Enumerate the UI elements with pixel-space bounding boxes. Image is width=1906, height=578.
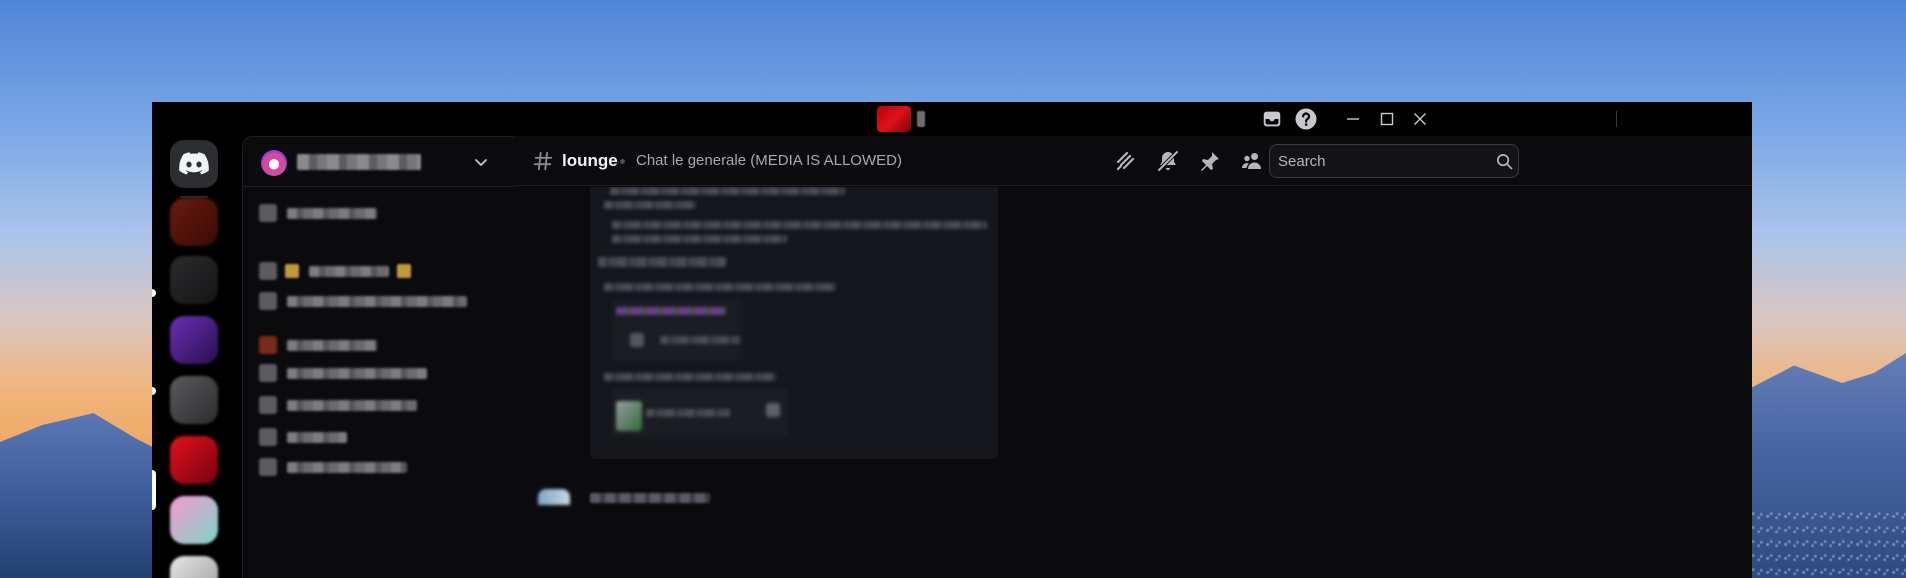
minimize-button[interactable] — [1341, 107, 1365, 131]
channel-icon — [259, 364, 277, 382]
wallpaper-city-lights — [1746, 508, 1906, 578]
channel-icon — [259, 262, 277, 280]
inbox-button[interactable] — [1260, 107, 1284, 131]
channel-label — [287, 207, 377, 219]
emoji-icon — [397, 264, 411, 278]
channel-label — [287, 295, 467, 307]
chat-area: lounge Chat le generale (MEDIA IS ALLOWE… — [514, 136, 1752, 578]
channel-item[interactable] — [259, 291, 467, 311]
close-button[interactable] — [1408, 107, 1432, 131]
channel-icon — [259, 428, 277, 446]
channel-label — [287, 339, 377, 351]
unread-indicator — [152, 289, 156, 297]
pin-icon — [1201, 152, 1219, 171]
channel-icon — [259, 204, 277, 222]
blurred-mention — [616, 307, 726, 315]
chevron-down-icon[interactable] — [473, 154, 489, 170]
channel-item[interactable] — [259, 457, 407, 477]
unread-indicator — [152, 387, 156, 395]
blurred-text — [604, 283, 836, 291]
channel-item[interactable] — [259, 427, 347, 447]
channel-label — [287, 399, 417, 411]
blurred-image — [616, 401, 642, 431]
window-title — [917, 111, 925, 127]
search-input[interactable] — [1278, 145, 1488, 177]
discord-window: lounge Chat le generale (MEDIA IS ALLOWE… — [152, 102, 1752, 578]
blurred-text — [612, 235, 787, 243]
members-icon — [1242, 153, 1261, 169]
server-sidebar — [152, 136, 230, 578]
guild-avatar — [261, 150, 287, 176]
blurred-text — [660, 336, 740, 344]
channel-label — [309, 265, 389, 277]
guild-header[interactable] — [243, 137, 515, 187]
wallpaper-mountain-left — [0, 413, 170, 578]
help-icon — [1295, 108, 1317, 130]
channel-name: lounge — [562, 151, 618, 170]
channel-item[interactable] — [259, 203, 377, 223]
blurred-heading — [598, 257, 726, 267]
mute-notifications-button[interactable] — [1156, 149, 1180, 173]
blurred-text — [604, 201, 696, 209]
channel-topic[interactable]: Chat le generale (MEDIA IS ALLOWED) — [636, 152, 902, 170]
server-icon[interactable] — [170, 198, 218, 246]
channel-header: lounge Chat le generale (MEDIA IS ALLOWE… — [514, 136, 1752, 186]
discord-logo-icon — [179, 152, 209, 175]
emoji-icon — [285, 264, 299, 278]
close-icon — [1414, 113, 1426, 125]
blurred-embed — [590, 187, 998, 459]
mute-bell-icon — [1157, 150, 1179, 172]
member-list-button[interactable] — [1240, 149, 1264, 173]
channel-sidebar — [242, 136, 515, 578]
blurred-icon — [766, 403, 780, 417]
maximize-button[interactable] — [1375, 107, 1399, 131]
threads-button[interactable] — [1114, 149, 1138, 173]
blurred-text — [646, 409, 730, 417]
maximize-icon — [1380, 112, 1394, 126]
search-icon[interactable] — [1496, 153, 1513, 170]
channel-category[interactable] — [259, 335, 377, 355]
hash-icon — [533, 151, 553, 171]
home-button[interactable] — [170, 140, 218, 188]
blurred-text — [612, 221, 987, 229]
channel-icon — [259, 458, 277, 476]
message-list[interactable] — [514, 187, 1752, 578]
channel-icon — [259, 396, 277, 414]
titlebar-divider — [1616, 111, 1617, 127]
server-icon[interactable] — [170, 256, 218, 304]
channel-label — [287, 461, 407, 473]
channel-label — [287, 367, 427, 379]
channel-item[interactable] — [259, 395, 417, 415]
channel-item[interactable] — [259, 363, 427, 383]
channel-item[interactable] — [259, 261, 411, 281]
selected-server-indicator — [152, 470, 156, 510]
title-bar[interactable] — [152, 102, 1752, 136]
channel-label — [287, 431, 347, 443]
channel-icon — [259, 292, 277, 310]
server-icon[interactable] — [170, 496, 218, 544]
topic-separator — [620, 159, 625, 164]
inbox-icon — [1263, 111, 1281, 127]
blurred-username[interactable] — [590, 493, 710, 503]
server-icon[interactable] — [170, 376, 218, 424]
blurred-text — [610, 187, 845, 195]
window-server-icon — [877, 106, 911, 132]
blurred-text — [604, 373, 776, 381]
blurred-icon — [630, 333, 644, 347]
threads-icon — [1116, 151, 1135, 171]
server-icon[interactable] — [170, 436, 218, 484]
category-icon — [259, 336, 277, 354]
pinned-messages-button[interactable] — [1198, 149, 1222, 173]
avatar[interactable] — [538, 489, 570, 505]
server-icon[interactable] — [170, 316, 218, 364]
minimize-icon — [1347, 118, 1359, 120]
server-icon[interactable] — [170, 556, 218, 578]
guild-name — [297, 154, 421, 170]
search-bar[interactable] — [1269, 144, 1519, 178]
help-button[interactable] — [1294, 107, 1318, 131]
